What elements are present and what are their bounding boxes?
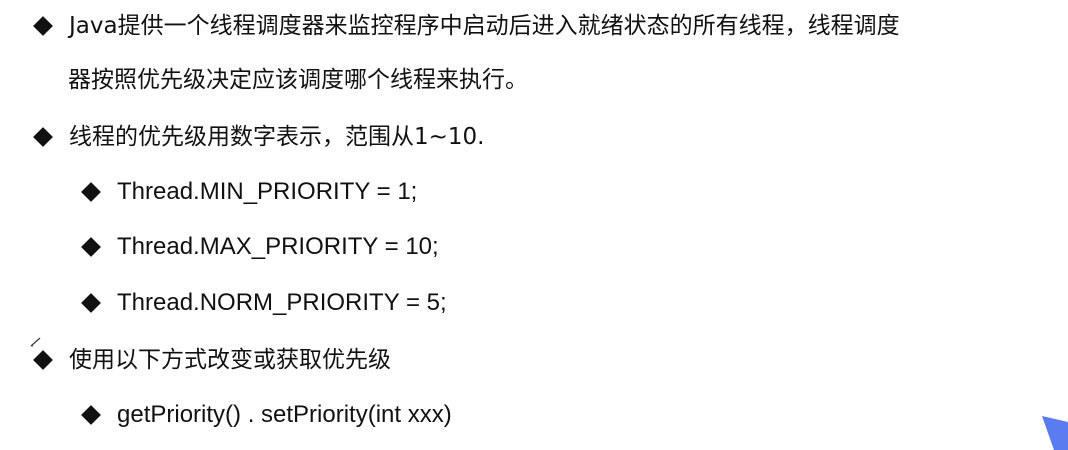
bullet-text: 使用以下方式改变或获取优先级: [69, 347, 391, 373]
diamond-bullet-icon: [81, 182, 101, 202]
sub-bullet-max-priority: Thread.MAX_PRIORITY = 10;: [81, 227, 439, 267]
diamond-bullet-icon: [81, 293, 101, 313]
sub-bullet-norm-priority: Thread.NORM_PRIORITY = 5;: [81, 283, 447, 323]
bullet-text: 线程的优先级用数字表示，范围从1~10.: [69, 124, 485, 150]
bullet-text: getPriority() . setPriority(int xxx): [117, 401, 452, 428]
corner-accent-shape: [1042, 416, 1068, 450]
bullet-text: 器按照优先级决定应该调度哪个线程来执行。: [68, 67, 528, 93]
diamond-bullet-icon: [33, 16, 53, 36]
bullet-text: Thread.MIN_PRIORITY = 1;: [117, 178, 418, 205]
bullet-text: Thread.MAX_PRIORITY = 10;: [117, 233, 439, 260]
sub-bullet-min-priority: Thread.MIN_PRIORITY = 1;: [81, 172, 418, 212]
diamond-bullet-icon: [33, 127, 53, 147]
sub-bullet-priority-methods: getPriority() . setPriority(int xxx): [81, 395, 452, 435]
slide-content: Java提供一个线程调度器来监控程序中启动后进入就绪状态的所有线程，线程调度 器…: [0, 0, 1068, 450]
bullet-item-priority-range: 线程的优先级用数字表示，范围从1~10.: [33, 117, 485, 157]
bullet-item-change-priority: 使用以下方式改变或获取优先级: [33, 340, 391, 380]
bullet-text: Java提供一个线程调度器来监控程序中启动后进入就绪状态的所有线程，线程调度: [69, 13, 900, 39]
bullet-text: Thread.NORM_PRIORITY = 5;: [117, 289, 447, 316]
diamond-bullet-icon: [81, 237, 101, 257]
diamond-bullet-icon: [81, 405, 101, 425]
diamond-bullet-icon: [33, 350, 53, 370]
bullet-continuation: 器按照优先级决定应该调度哪个线程来执行。: [68, 60, 528, 100]
bullet-item-scheduler: Java提供一个线程调度器来监控程序中启动后进入就绪状态的所有线程，线程调度: [33, 6, 900, 46]
